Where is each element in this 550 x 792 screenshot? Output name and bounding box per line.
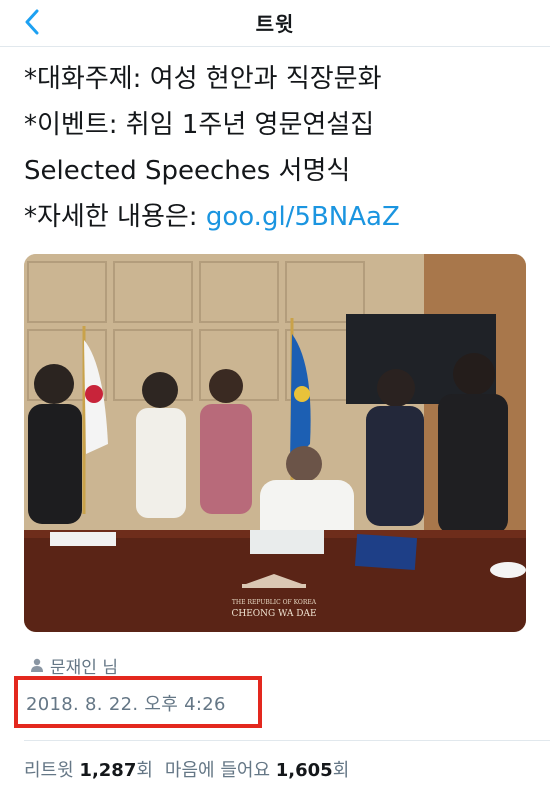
- retweets-stat[interactable]: 리트윗 1,287회: [24, 760, 153, 781]
- retweets-unit: 회: [136, 760, 153, 781]
- navigation-bar: 트윗: [0, 0, 550, 47]
- tweet-line-event: *이벤트: 취임 1주년 영문연설집: [24, 110, 375, 140]
- retweets-label: 리트윗: [24, 760, 74, 781]
- tweet-photo[interactable]: THE REPUBLIC OF KOREA CHEONG WA DAE: [24, 254, 526, 632]
- tweet-line-topic: *대화주제: 여성 현안과 직장문화: [24, 64, 382, 94]
- watermark-subtitle: THE REPUBLIC OF KOREA: [232, 599, 317, 606]
- likes-count: 1,605: [275, 760, 333, 781]
- watermark-title: CHEONG WA DAE: [231, 609, 316, 619]
- tweet-line-event-title: Selected Speeches 서명식: [24, 156, 351, 186]
- tweet-link[interactable]: goo.gl/5BNAaZ: [206, 202, 400, 232]
- tweet-line-details: *자세한 내용은: goo.gl/5BNAaZ: [24, 194, 534, 240]
- tweet-stats: 리트윗 1,287회 마음에 들어요 1,605회: [24, 756, 349, 782]
- likes-unit: 회: [332, 760, 350, 781]
- divider: [24, 740, 550, 741]
- tweet-timestamp: 2018. 8. 22. 오후 4:26: [26, 694, 226, 715]
- photo-illustration: THE REPUBLIC OF KOREA CHEONG WA DAE: [24, 254, 526, 632]
- tweet-text: *대화주제: 여성 현안과 직장문화 *이벤트: 취임 1주년 영문연설집 Se…: [24, 56, 534, 240]
- page-title: 트윗: [255, 12, 295, 36]
- likes-stat[interactable]: 마음에 들어요 1,605회: [165, 760, 349, 781]
- author-row[interactable]: 문재인 님: [30, 654, 118, 678]
- likes-label: 마음에 들어요: [164, 760, 271, 781]
- author-name: 문재인 님: [50, 657, 118, 678]
- person-icon: [31, 658, 43, 672]
- retweets-count: 1,287: [79, 760, 137, 781]
- details-label: *자세한 내용은:: [24, 202, 206, 232]
